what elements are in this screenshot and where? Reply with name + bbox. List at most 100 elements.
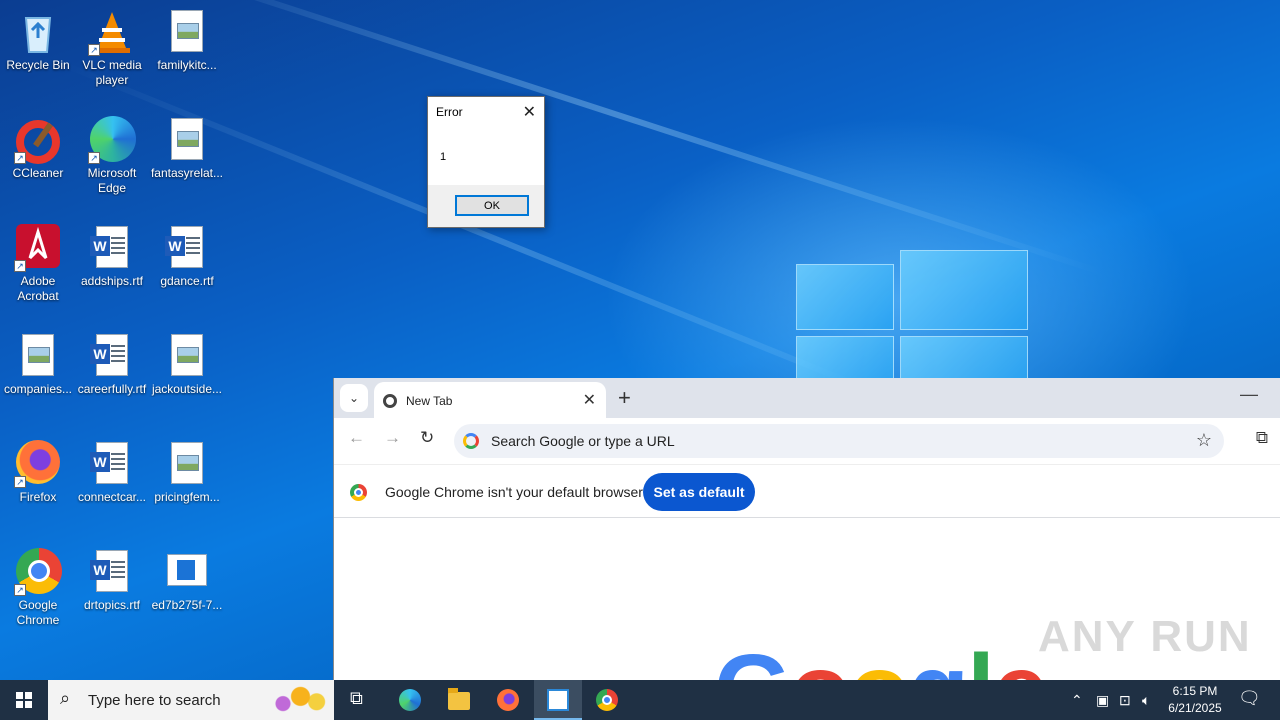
word-doc-icon: W bbox=[163, 224, 211, 272]
taskbar-firefox-button[interactable] bbox=[484, 680, 532, 720]
search-placeholder: Type here to search bbox=[88, 692, 221, 709]
acrobat-icon: ↗ bbox=[14, 224, 62, 272]
desktop-icon-familykitc[interactable]: familykitc... bbox=[149, 8, 225, 73]
start-button[interactable] bbox=[0, 680, 48, 720]
desktop-icon-label: ed7b275f-7... bbox=[151, 598, 223, 612]
plus-icon[interactable]: + bbox=[618, 385, 631, 411]
search-icon: ⌕ bbox=[60, 688, 71, 708]
desktop-icon-careerfully[interactable]: W careerfully.rtf bbox=[74, 332, 150, 397]
error-dialog: Error ✕ 1 OK bbox=[427, 96, 545, 228]
desktop-icon-drtopics[interactable]: W drtopics.rtf bbox=[74, 548, 150, 613]
desktop-icon-label: Recycle Bin bbox=[6, 58, 70, 72]
omnibox[interactable]: Search Google or type a URL ☆ bbox=[454, 424, 1224, 458]
omnibox-placeholder: Search Google or type a URL bbox=[491, 433, 675, 449]
browser-toolbar: ← → ↻ Search Google or type a URL ☆ ⧉ bbox=[334, 418, 1280, 464]
desktop-icon-pricingfem[interactable]: pricingfem... bbox=[149, 440, 225, 505]
image-file-icon bbox=[163, 116, 211, 164]
windows-logo-wallpaper bbox=[796, 242, 1030, 396]
folder-icon bbox=[448, 688, 470, 710]
desktop-icon-ccleaner[interactable]: ↗ CCleaner bbox=[0, 116, 76, 181]
volume-icon[interactable]: 🔈︎ bbox=[1142, 680, 1150, 720]
task-view-button[interactable]: ⧉ bbox=[336, 680, 384, 720]
generic-file-icon bbox=[163, 548, 211, 596]
desktop-icon-label: drtopics.rtf bbox=[83, 598, 140, 612]
desktop-icon-label: companies... bbox=[3, 382, 73, 396]
image-file-icon bbox=[163, 8, 211, 56]
desktop-icon-label: Microsoft Edge bbox=[87, 166, 137, 195]
tab-new-tab[interactable]: New Tab ✕ bbox=[374, 382, 606, 418]
minimize-icon[interactable]: — bbox=[1240, 384, 1258, 405]
windows-start-icon bbox=[16, 692, 32, 708]
chevron-up-icon[interactable]: ⌃ bbox=[1071, 680, 1083, 720]
word-doc-icon: W bbox=[88, 440, 136, 488]
image-file-icon bbox=[163, 332, 211, 380]
recycle-bin-icon bbox=[14, 8, 62, 56]
app-window-icon bbox=[547, 689, 569, 711]
word-doc-icon: W bbox=[88, 548, 136, 596]
taskbar-search-input[interactable]: ⌕ Type here to search bbox=[48, 680, 334, 720]
desktop-icon-gdance[interactable]: W gdance.rtf bbox=[149, 224, 225, 289]
desktop-icon-label: CCleaner bbox=[12, 166, 64, 180]
wallpaper-light-beam bbox=[149, 0, 1102, 275]
search-highlight-flowers-icon bbox=[262, 682, 332, 718]
meet-now-icon[interactable]: ▣ bbox=[1096, 680, 1109, 720]
desktop-icon-addships[interactable]: W addships.rtf bbox=[74, 224, 150, 289]
image-file-icon bbox=[14, 332, 62, 380]
tab-strip: ⌄ New Tab ✕ + — bbox=[334, 378, 1280, 418]
desktop-icon-chrome[interactable]: ↗ Google Chrome bbox=[0, 548, 76, 628]
desktop-icon-label: VLC media player bbox=[82, 58, 142, 87]
taskbar-file-explorer-button[interactable] bbox=[435, 680, 483, 720]
desktop-icon-label: Adobe Acrobat bbox=[17, 274, 59, 303]
taskbar-clock[interactable]: 6:15 PM 6/21/2025 bbox=[1160, 683, 1230, 717]
star-icon[interactable]: ☆ bbox=[1196, 430, 1212, 451]
task-view-icon: ⧉ bbox=[350, 688, 363, 708]
google-logo: Google bbox=[714, 640, 1048, 680]
desktop-icon-acrobat[interactable]: ↗ Adobe Acrobat bbox=[0, 224, 76, 304]
desktop-icon-firefox[interactable]: ↗ Firefox bbox=[0, 440, 76, 505]
desktop-icon-companies[interactable]: companies... bbox=[0, 332, 76, 397]
clock-date: 6/21/2025 bbox=[1168, 701, 1222, 715]
ok-button[interactable]: OK bbox=[455, 195, 529, 216]
network-icon[interactable]: ⊡ bbox=[1119, 680, 1131, 720]
clock-time: 6:15 PM bbox=[1172, 684, 1218, 698]
default-browser-infobar: Google Chrome isn't your default browser… bbox=[334, 464, 1280, 518]
word-doc-icon: W bbox=[88, 224, 136, 272]
word-doc-icon: W bbox=[88, 332, 136, 380]
desktop-icon-edge[interactable]: ↗ Microsoft Edge bbox=[74, 116, 150, 196]
ccleaner-icon: ↗ bbox=[14, 116, 62, 164]
notification-icon[interactable]: 🗨︎ bbox=[1238, 688, 1261, 709]
chrome-favicon-icon bbox=[383, 394, 397, 408]
taskbar-error-app-button[interactable] bbox=[534, 680, 582, 720]
chrome-icon bbox=[596, 689, 618, 711]
dialog-title: Error bbox=[436, 105, 463, 119]
desktop-icon-label: connectcar... bbox=[77, 490, 147, 504]
infobar-message: Google Chrome isn't your default browser bbox=[385, 484, 643, 500]
google-g-icon bbox=[463, 433, 479, 449]
desktop-icon-label: addships.rtf bbox=[80, 274, 144, 288]
chevron-down-icon: ⌄ bbox=[348, 391, 360, 405]
desktop-icon-jackoutside[interactable]: jackoutside... bbox=[149, 332, 225, 397]
anyrun-watermark: ANY RUN bbox=[1038, 612, 1252, 661]
desktop-icon-ed7b275f[interactable]: ed7b275f-7... bbox=[149, 548, 225, 613]
close-icon[interactable]: ✕ bbox=[523, 102, 536, 122]
set-as-default-button[interactable]: Set as default bbox=[643, 473, 755, 511]
back-arrow-icon[interactable]: ← bbox=[348, 428, 365, 448]
chrome-icon: ↗ bbox=[14, 548, 62, 596]
desktop-icon-fantasyrelat[interactable]: fantasyrelat... bbox=[149, 116, 225, 181]
reload-icon[interactable]: ↻ bbox=[420, 428, 434, 448]
desktop-icon-label: gdance.rtf bbox=[160, 274, 214, 288]
taskbar-chrome-button[interactable] bbox=[583, 680, 631, 720]
forward-arrow-icon[interactable]: → bbox=[384, 428, 401, 448]
desktop-icon-label: familykitc... bbox=[157, 58, 217, 72]
desktop-icon-recycle-bin[interactable]: Recycle Bin bbox=[0, 8, 76, 73]
taskbar-edge-button[interactable] bbox=[386, 680, 434, 720]
dialog-footer: OK bbox=[428, 185, 544, 227]
tab-title: New Tab bbox=[406, 394, 453, 408]
extensions-puzzle-icon[interactable]: ⧉ bbox=[1256, 428, 1268, 448]
edge-icon: ↗ bbox=[88, 116, 136, 164]
close-icon[interactable]: ✕ bbox=[583, 390, 596, 410]
tab-search-button[interactable]: ⌄ bbox=[340, 384, 368, 412]
desktop-icon-connectcar[interactable]: W connectcar... bbox=[74, 440, 150, 505]
taskbar: ⌕ Type here to search ⧉ ⌃ ▣ ⊡ 🔈︎ 6:15 PM… bbox=[0, 680, 1280, 720]
desktop-icon-vlc[interactable]: ↗ VLC media player bbox=[74, 8, 150, 88]
